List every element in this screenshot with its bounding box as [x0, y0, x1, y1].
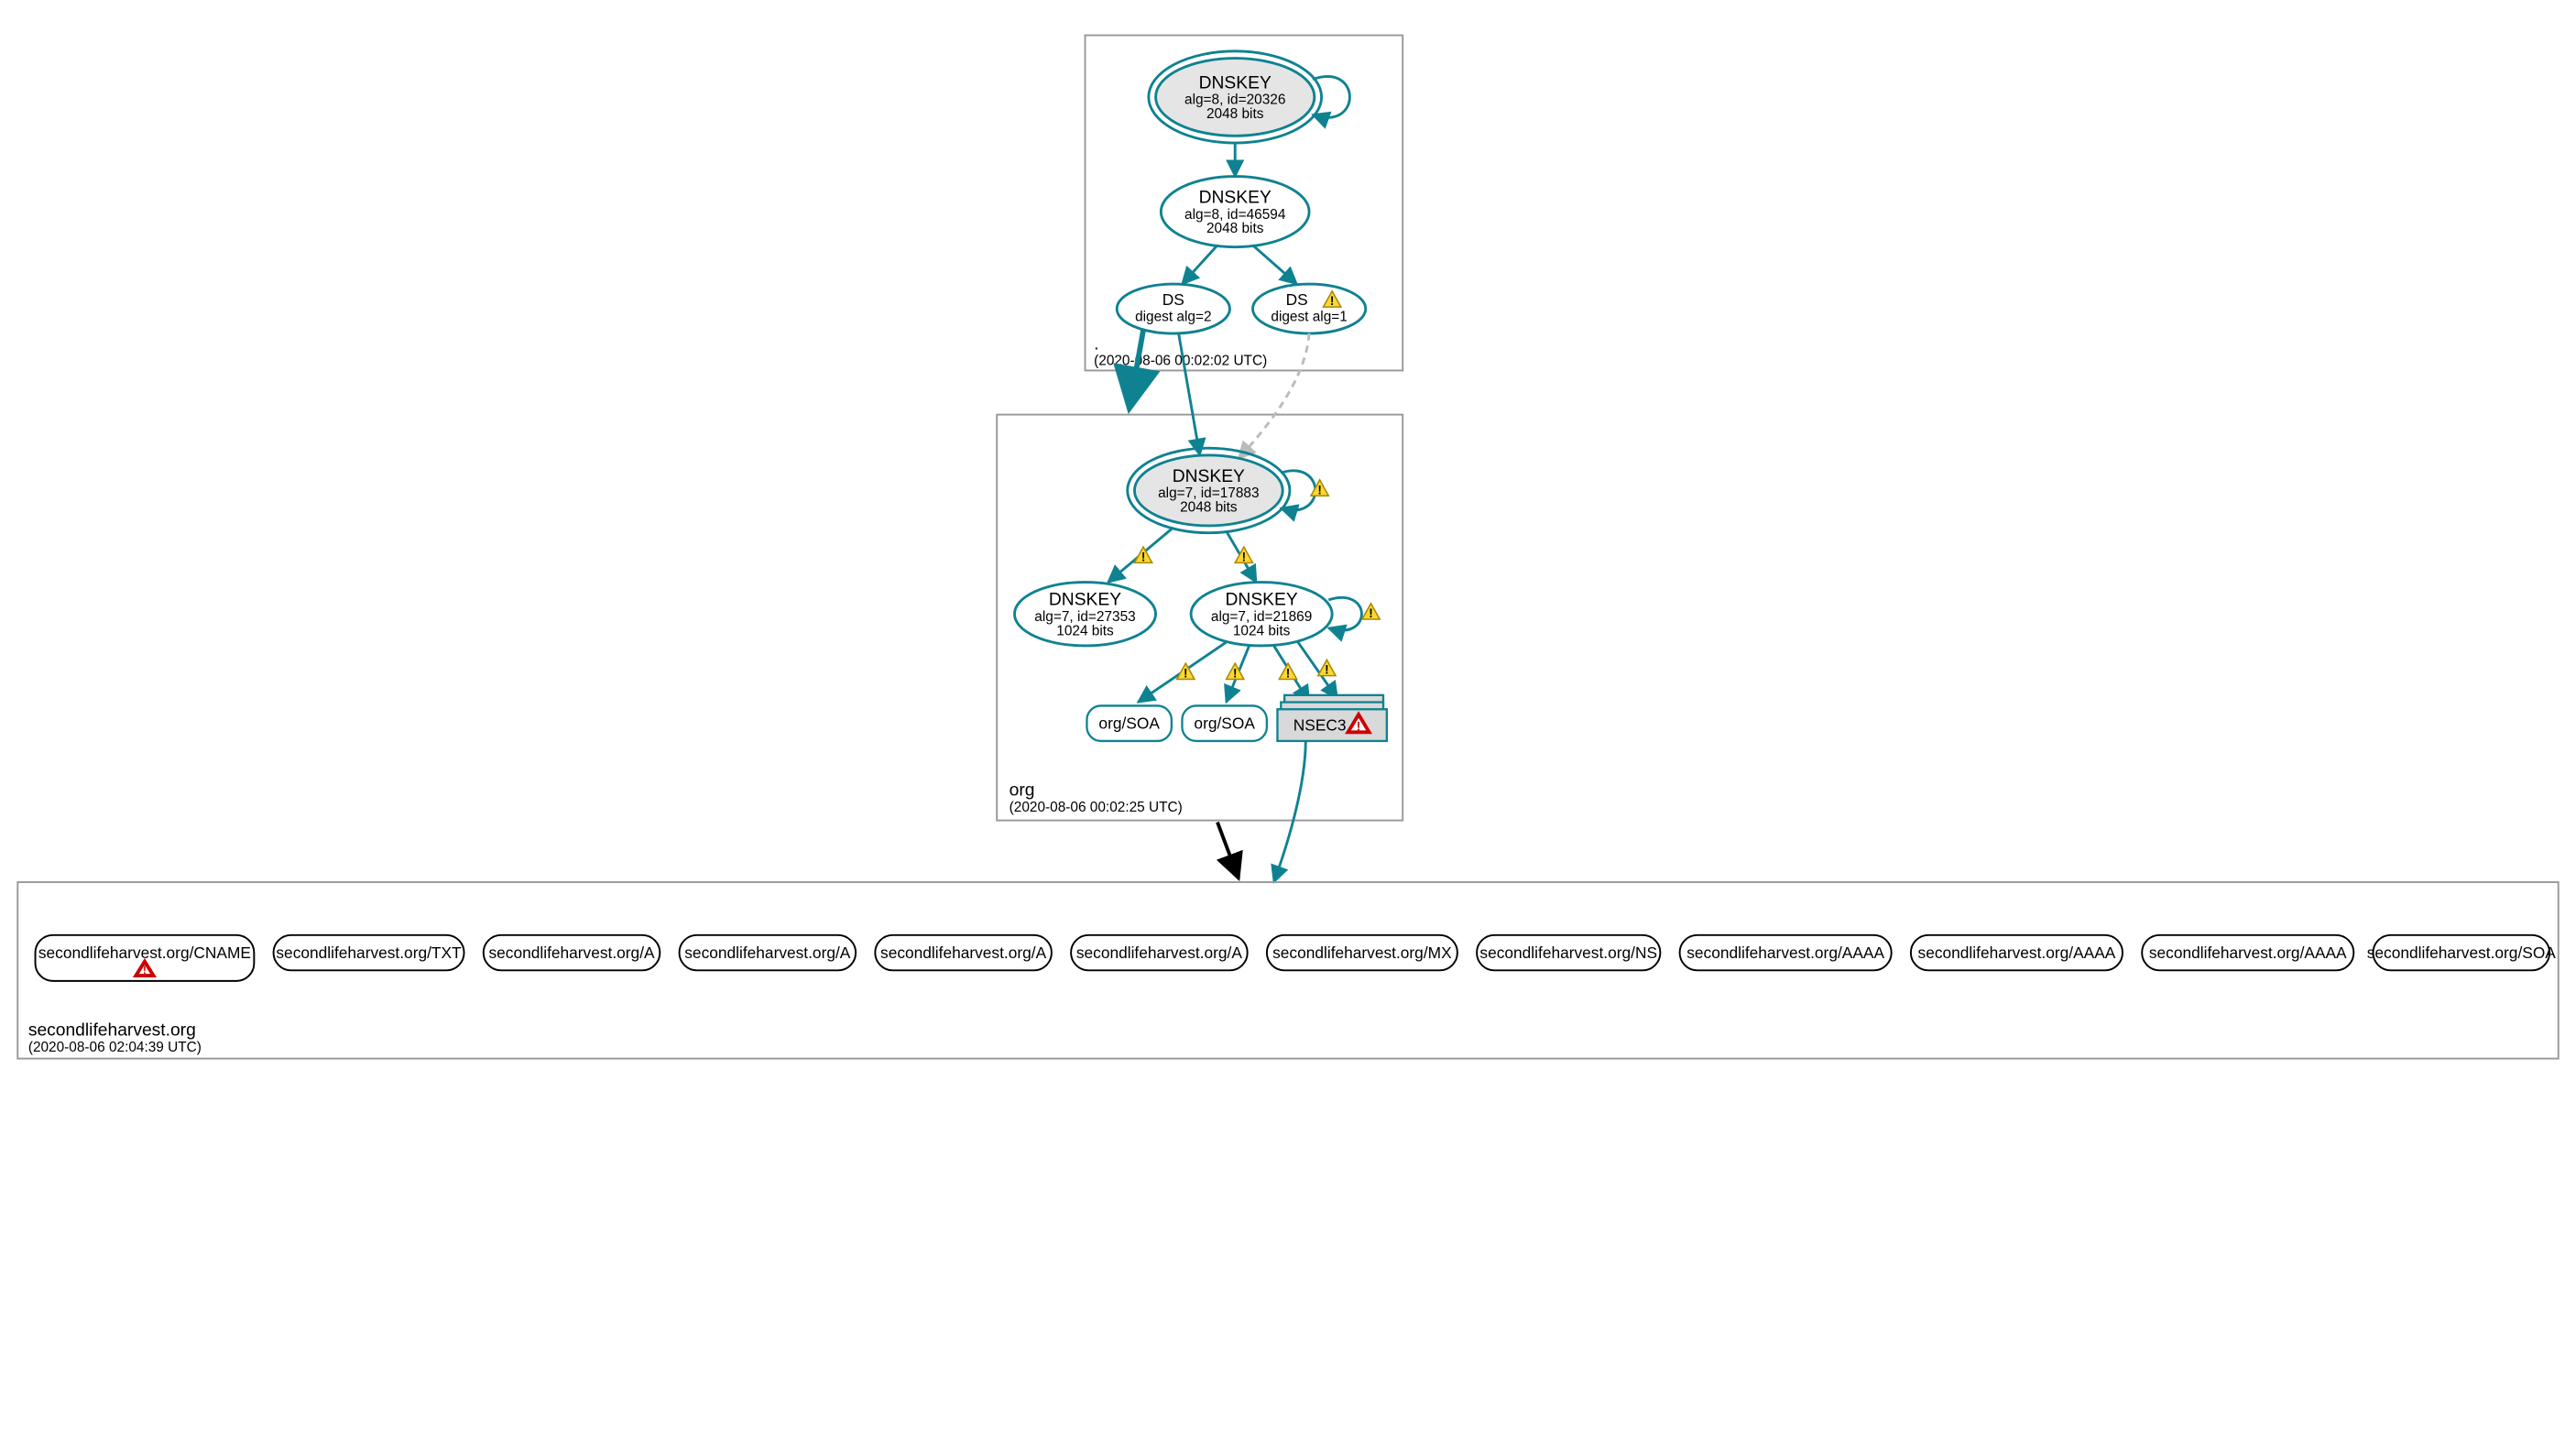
- zone-org-timestamp: (2020-08-06 00:02:25 UTC): [1010, 800, 1183, 815]
- svg-text:DNSKEY: DNSKEY: [1173, 467, 1245, 486]
- warning-icon: !: [1362, 604, 1380, 620]
- svg-text:secondlifeharvest.org/AAAA: secondlifeharvest.org/AAAA: [1918, 944, 2116, 962]
- zone-domain: secondlifeharvest.org (2020-08-06 02:04:…: [17, 882, 2558, 1059]
- org-zsk2-node: DNSKEY alg=7, id=21869 1024 bits !: [1191, 583, 1380, 646]
- svg-text:org/SOA: org/SOA: [1098, 714, 1160, 732]
- svg-text:secondlifeharvest.org/SOA: secondlifeharvest.org/SOA: [2367, 944, 2557, 962]
- svg-text:2048 bits: 2048 bits: [1206, 106, 1264, 122]
- svg-text:!: !: [1184, 667, 1188, 681]
- org-nsec3-node: NSEC3 !: [1277, 695, 1386, 741]
- svg-text:secondlifeharvest.org/AAAA: secondlifeharvest.org/AAAA: [1686, 944, 1884, 962]
- record-node: secondlifeharvest.org/NS: [1477, 935, 1660, 971]
- svg-text:!: !: [1357, 719, 1361, 733]
- svg-text:org/SOA: org/SOA: [1194, 714, 1255, 732]
- zone-domain-timestamp: (2020-08-06 02:04:39 UTC): [28, 1040, 202, 1055]
- root-ds1-node: DS digest alg=2: [1117, 284, 1229, 333]
- svg-text:secondlifeharvest.org/A: secondlifeharvest.org/A: [880, 944, 1047, 962]
- record-node: secondlifeharvest.org/A: [680, 935, 857, 971]
- svg-text:secondlifeharvest.org/NS: secondlifeharvest.org/NS: [1479, 944, 1657, 962]
- warning-icon: !: [1134, 547, 1152, 563]
- record-node: secondlifeharvest.org/A: [875, 935, 1052, 971]
- svg-text:secondlifeharvest.org/A: secondlifeharvest.org/A: [1076, 944, 1243, 962]
- svg-text:digest alg=1: digest alg=1: [1271, 310, 1347, 325]
- record-node: secondlifeharvest.org/A: [484, 935, 660, 971]
- svg-text:secondlifeharvest.org/TXT: secondlifeharvest.org/TXT: [276, 944, 462, 962]
- zone-domain-label: secondlifeharvest.org: [28, 1021, 196, 1041]
- zone-root: . (2020-08-06 00:02:02 UTC) DNSKEY alg=8…: [1086, 36, 1403, 371]
- record-node: secondlifeharvest.org/MX: [1267, 935, 1457, 971]
- svg-text:DNSKEY: DNSKEY: [1226, 591, 1298, 610]
- record-node: secondlifeharvest.org/SOA: [2367, 935, 2557, 971]
- record-node: secondlifeharvest.org/TXT: [274, 935, 464, 971]
- root-ksk-node: DNSKEY alg=8, id=20326 2048 bits: [1149, 51, 1350, 143]
- record-node: secondlifeharvest.org/AAAA: [1680, 935, 1892, 971]
- dnssec-diagram: . (2020-08-06 00:02:02 UTC) DNSKEY alg=8…: [0, 0, 2576, 1429]
- svg-text:!: !: [1141, 550, 1146, 563]
- zone-root-label: .: [1094, 334, 1098, 354]
- svg-text:DNSKEY: DNSKEY: [1199, 188, 1272, 207]
- svg-text:1024 bits: 1024 bits: [1056, 623, 1114, 638]
- svg-text:DS: DS: [1162, 290, 1184, 309]
- warning-icon: !: [1279, 663, 1296, 680]
- zone-org: org (2020-08-06 00:02:25 UTC) DNSKEY alg…: [997, 330, 1403, 820]
- zone-org-label: org: [1010, 781, 1035, 801]
- record-node: secondlifeharvest.org/AAAA: [1911, 935, 2123, 971]
- org-soa2-node: org/SOA: [1182, 705, 1266, 741]
- svg-text:!: !: [1233, 667, 1238, 681]
- svg-text:!: !: [1242, 550, 1247, 563]
- record-node: secondlifeharvest.org/CNAME !: [36, 935, 255, 981]
- svg-text:secondlifeharvest.org/AAAA: secondlifeharvest.org/AAAA: [2149, 944, 2347, 962]
- org-ksk-node: DNSKEY alg=7, id=17883 2048 bits !: [1128, 448, 1329, 532]
- warning-icon: !: [1318, 660, 1336, 676]
- svg-text:!: !: [1369, 606, 1373, 620]
- svg-text:2048 bits: 2048 bits: [1180, 500, 1238, 516]
- svg-text:NSEC3: NSEC3: [1293, 715, 1347, 734]
- org-zsk1-node: DNSKEY alg=7, id=27353 1024 bits: [1014, 583, 1155, 646]
- svg-text:!: !: [1325, 663, 1329, 677]
- svg-text:!: !: [1330, 294, 1335, 308]
- org-soa1-node: org/SOA: [1086, 705, 1171, 741]
- svg-text:secondlifeharvest.org/A: secondlifeharvest.org/A: [488, 944, 655, 962]
- zone-root-timestamp: (2020-08-06 00:02:02 UTC): [1094, 354, 1267, 369]
- svg-text:!: !: [1286, 667, 1291, 681]
- svg-text:2048 bits: 2048 bits: [1206, 221, 1264, 236]
- svg-text:1024 bits: 1024 bits: [1233, 623, 1291, 638]
- svg-text:digest alg=2: digest alg=2: [1135, 310, 1211, 325]
- record-node: secondlifeharvest.org/AAAA: [2142, 935, 2353, 971]
- svg-text:DNSKEY: DNSKEY: [1049, 591, 1121, 610]
- svg-text:secondlifeharvest.org/MX: secondlifeharvest.org/MX: [1272, 944, 1452, 962]
- root-zsk-node: DNSKEY alg=8, id=46594 2048 bits: [1161, 177, 1309, 247]
- svg-text:!: !: [143, 965, 147, 976]
- svg-text:secondlifeharvest.org/A: secondlifeharvest.org/A: [684, 944, 851, 962]
- svg-text:DS: DS: [1286, 290, 1308, 309]
- svg-text:DNSKEY: DNSKEY: [1199, 73, 1272, 93]
- root-ds2-node: DS digest alg=1 !: [1252, 284, 1365, 333]
- record-node: secondlifeharvest.org/A: [1071, 935, 1248, 971]
- svg-text:!: !: [1317, 483, 1322, 496]
